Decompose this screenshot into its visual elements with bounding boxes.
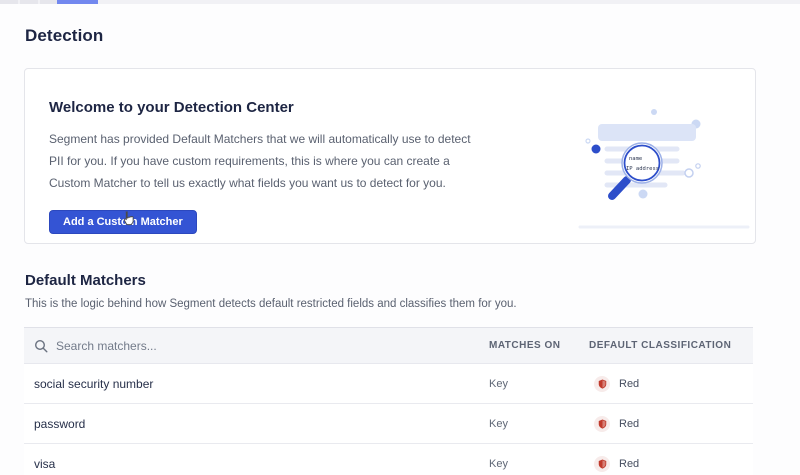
default-matchers-title: Default Matchers xyxy=(25,272,800,289)
matcher-classification: Red xyxy=(589,376,753,392)
classification-label: Red xyxy=(619,378,639,390)
table-body: social security number Key Red password … xyxy=(24,364,753,475)
matcher-name: visa xyxy=(34,457,489,471)
table-row[interactable]: visa Key Red xyxy=(24,444,753,475)
red-shield-icon xyxy=(594,376,610,392)
add-custom-matcher-button[interactable]: Add a Custom Matcher xyxy=(49,210,197,234)
detection-illustration-icon: name IP address xyxy=(565,83,755,233)
tab-fragment[interactable] xyxy=(40,0,57,4)
classification-label: Red xyxy=(619,458,639,470)
matcher-name: social security number xyxy=(34,377,489,391)
matcher-matches-on: Key xyxy=(489,378,589,390)
matcher-matches-on: Key xyxy=(489,458,589,470)
table-row[interactable]: social security number Key Red xyxy=(24,364,753,404)
lens-label-name: name xyxy=(629,156,642,162)
red-shield-icon xyxy=(594,416,610,432)
tab-fragment[interactable] xyxy=(0,0,18,4)
red-shield-icon xyxy=(594,456,610,472)
detection-page: Detection Welcome to your Detection Cent… xyxy=(0,0,800,475)
matcher-classification: Red xyxy=(589,416,753,432)
matcher-search[interactable] xyxy=(34,339,489,353)
search-icon xyxy=(34,339,48,353)
classification-label: Red xyxy=(619,418,639,430)
default-matchers-description: This is the logic behind how Segment det… xyxy=(25,298,800,310)
search-input[interactable] xyxy=(56,339,436,353)
active-tab-underline xyxy=(57,0,98,4)
matcher-classification: Red xyxy=(589,456,753,472)
welcome-body: Segment has provided Default Matchers th… xyxy=(49,128,481,194)
table-row[interactable]: password Key Red xyxy=(24,404,753,444)
table-header-row: MATCHES ON DEFAULT CLASSIFICATION xyxy=(24,327,753,364)
tab-bar xyxy=(0,0,800,4)
column-header-matches-on: MATCHES ON xyxy=(489,340,589,351)
page-title: Detection xyxy=(25,26,800,46)
tab-fragment[interactable] xyxy=(20,0,38,4)
lens-label-ip-address: IP address xyxy=(626,166,659,172)
welcome-card: Welcome to your Detection Center Segment… xyxy=(24,68,756,244)
column-header-default-classification: DEFAULT CLASSIFICATION xyxy=(589,340,753,351)
matchers-table: MATCHES ON DEFAULT CLASSIFICATION social… xyxy=(24,327,753,475)
matcher-matches-on: Key xyxy=(489,418,589,430)
matcher-name: password xyxy=(34,417,489,431)
